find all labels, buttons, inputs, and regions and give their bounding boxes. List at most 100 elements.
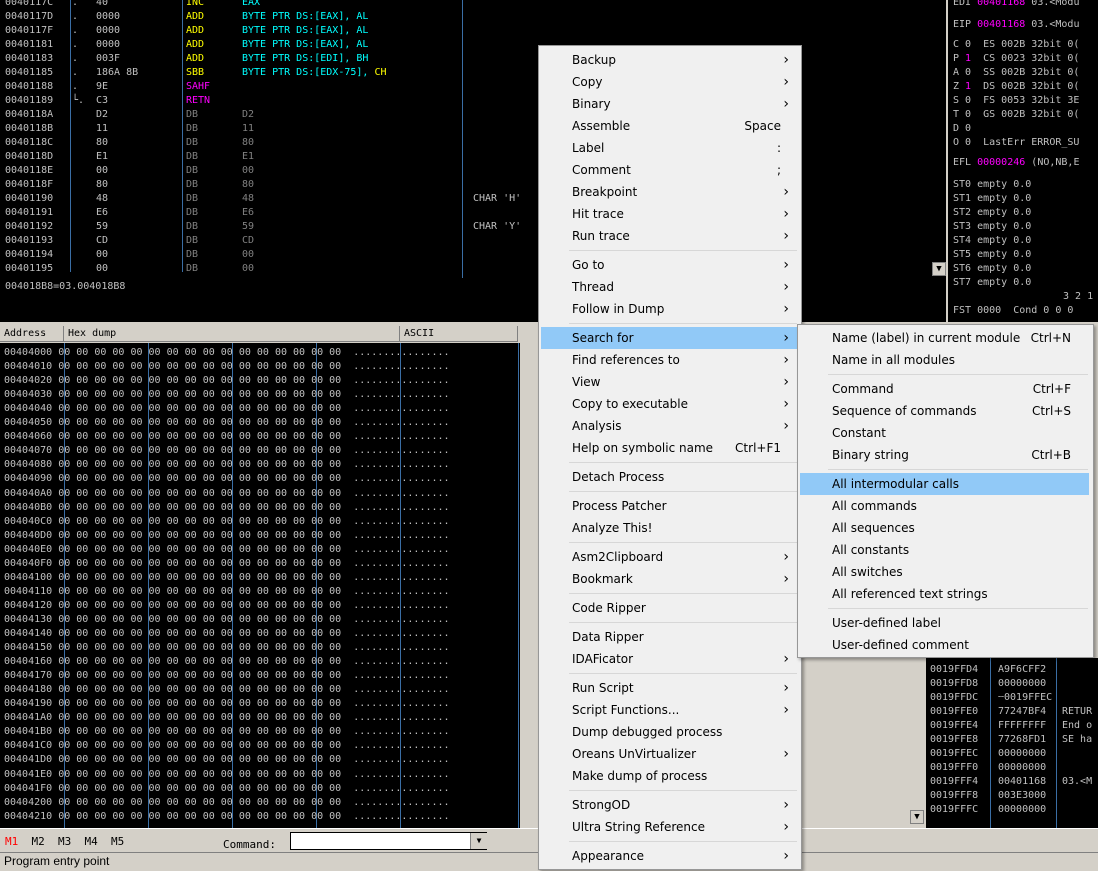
submenu-item-name-label-in-current-module[interactable]: Name (label) in current module Ctrl+N — [800, 327, 1089, 349]
dump-row[interactable]: 004040D0 00 00 00 00 00 00 00 00 00 00 0… — [4, 530, 450, 542]
dump-row[interactable]: 00404020 00 00 00 00 00 00 00 00 00 00 0… — [4, 375, 450, 387]
menu-item-label[interactable]: Label: — [541, 137, 799, 159]
dump-row[interactable]: 004041A0 00 00 00 00 00 00 00 00 00 00 0… — [4, 712, 450, 724]
register-row[interactable]: EIP 00401168 03.<Modu — [953, 18, 1079, 32]
menu-item-thread[interactable]: Thread › — [541, 276, 799, 298]
menu-item-go-to[interactable]: Go to › — [541, 254, 799, 276]
register-value[interactable]: 00401168 — [977, 19, 1025, 30]
fpu-row[interactable]: ST3 empty 0.0 — [953, 220, 1031, 234]
menu-item-asm2clipboard[interactable]: Asm2Clipboard › — [541, 546, 799, 568]
menu-item-hit-trace[interactable]: Hit trace › — [541, 203, 799, 225]
menu-item-idaficator[interactable]: IDAFicator › — [541, 648, 799, 670]
fpu-row[interactable]: ST2 empty 0.0 — [953, 206, 1031, 220]
disasm-row[interactable]: 0040117C. 40 INC EAX — [0, 0, 946, 10]
menu-item-analyze-this[interactable]: Analyze This! — [541, 517, 799, 539]
submenu-item-all-referenced-text-strings[interactable]: All referenced text strings — [800, 583, 1089, 605]
dump-row[interactable]: 004040E0 00 00 00 00 00 00 00 00 00 00 0… — [4, 544, 450, 556]
menu-item-assemble[interactable]: Assemble Space — [541, 115, 799, 137]
stack-pane[interactable]: 0019FFD4 A9F6CFF2 0019FFD8 00000000 0019FFDC… — [926, 658, 1098, 828]
hex-dump-pane[interactable]: 00404000 00 00 00 00 00 00 00 00 00 00 0… — [0, 343, 520, 828]
disasm-row[interactable]: 00401193 CD DB CD — [0, 234, 946, 248]
scroll-down-icon[interactable]: ▼ — [910, 810, 924, 824]
disasm-row[interactable]: 00401194 00 DB 00 — [0, 248, 946, 262]
disasm-row[interactable]: 0040118F 80 DB 80 — [0, 178, 946, 192]
dump-row[interactable]: 00404190 00 00 00 00 00 00 00 00 00 00 0… — [4, 698, 450, 710]
menu-item-copy[interactable]: Copy › — [541, 71, 799, 93]
submenu-item-user-defined-label[interactable]: User-defined label — [800, 612, 1089, 634]
memory-tab-m1[interactable]: M1 — [5, 835, 18, 849]
dump-row[interactable]: 004040C0 00 00 00 00 00 00 00 00 00 00 0… — [4, 516, 450, 528]
fpu-row[interactable]: ST1 empty 0.0 — [953, 192, 1031, 206]
fpu-row[interactable]: ST7 empty 0.0 — [953, 276, 1031, 290]
menu-item-find-references-to[interactable]: Find references to › — [541, 349, 799, 371]
column-header-address[interactable]: Address — [0, 326, 64, 342]
fpu-row[interactable]: ST6 empty 0.0 — [953, 262, 1031, 276]
menu-item-data-ripper[interactable]: Data Ripper — [541, 626, 799, 648]
register-row[interactable]: EDI 00401168 03.<Modu — [953, 0, 1079, 10]
menu-item-view[interactable]: View › — [541, 371, 799, 393]
menu-item-process-patcher[interactable]: Process Patcher — [541, 495, 799, 517]
disasm-row[interactable]: 00401189 └. C3 RETN — [0, 94, 946, 108]
disasm-row[interactable]: 00401195 00 DB 00 — [0, 262, 946, 276]
dump-row[interactable]: 004041B0 00 00 00 00 00 00 00 00 00 00 0… — [4, 726, 450, 738]
menu-item-run-script[interactable]: Run Script › — [541, 677, 799, 699]
menu-item-dump-debugged-process[interactable]: Dump debugged process — [541, 721, 799, 743]
disasm-row[interactable]: 0040118E 00 DB 00 — [0, 164, 946, 178]
fpu-row[interactable]: ST4 empty 0.0 — [953, 234, 1031, 248]
flag-row[interactable]: O 0 LastErr ERROR_SU — [953, 136, 1079, 150]
flag-row[interactable]: T 0 GS 002B 32bit 0( — [953, 108, 1079, 122]
menu-item-follow-in-dump[interactable]: Follow in Dump › — [541, 298, 799, 320]
dump-row[interactable]: 004041D0 00 00 00 00 00 00 00 00 00 00 0… — [4, 754, 450, 766]
dump-row[interactable]: 00404200 00 00 00 00 00 00 00 00 00 00 0… — [4, 797, 450, 809]
dump-row[interactable]: 004040B0 00 00 00 00 00 00 00 00 00 00 0… — [4, 502, 450, 514]
memory-tab-m2[interactable]: M2 — [32, 835, 45, 849]
submenu-item-user-defined-comment[interactable]: User-defined comment — [800, 634, 1089, 656]
submenu-item-all-commands[interactable]: All commands — [800, 495, 1089, 517]
disasm-row[interactable]: 00401181. 0000 ADD BYTE PTR DS:[EAX], AL — [0, 38, 946, 52]
flag-row[interactable]: A 0 SS 002B 32bit 0( — [953, 66, 1079, 80]
dump-row[interactable]: 004040F0 00 00 00 00 00 00 00 00 00 00 0… — [4, 558, 450, 570]
submenu-item-constant[interactable]: Constant — [800, 422, 1089, 444]
register-value[interactable]: 00000246 — [977, 157, 1025, 168]
flag-row[interactable]: C 0 ES 002B 32bit 0( — [953, 38, 1079, 52]
dump-row[interactable]: 00404040 00 00 00 00 00 00 00 00 00 00 0… — [4, 403, 450, 415]
dump-row[interactable]: 00404180 00 00 00 00 00 00 00 00 00 00 0… — [4, 684, 450, 696]
disasm-row[interactable]: 0040117F. 0000 ADD BYTE PTR DS:[EAX], AL — [0, 24, 946, 38]
memory-tab-m4[interactable]: M4 — [85, 835, 98, 849]
flag-row[interactable]: Z 1 DS 002B 32bit 0( — [953, 80, 1079, 94]
submenu-item-sequence-of-commands[interactable]: Sequence of commands Ctrl+S — [800, 400, 1089, 422]
submenu-item-name-in-all-modules[interactable]: Name in all modules — [800, 349, 1089, 371]
dump-row[interactable]: 00404050 00 00 00 00 00 00 00 00 00 00 0… — [4, 417, 450, 429]
menu-item-bookmark[interactable]: Bookmark › — [541, 568, 799, 590]
dump-row[interactable]: 00404140 00 00 00 00 00 00 00 00 00 00 0… — [4, 628, 450, 640]
dump-row[interactable]: 00404150 00 00 00 00 00 00 00 00 00 00 0… — [4, 642, 450, 654]
column-header-hex-dump[interactable]: Hex dump — [64, 326, 400, 342]
memory-tab-m3[interactable]: M3 — [58, 835, 71, 849]
disasm-row[interactable]: 0040118B 11 DB 11 — [0, 122, 946, 136]
menu-item-script-functions[interactable]: Script Functions... › — [541, 699, 799, 721]
menu-item-ultra-string-reference[interactable]: Ultra String Reference › — [541, 816, 799, 838]
disasm-row[interactable]: 00401183. 003F ADD BYTE PTR DS:[EDI], BH — [0, 52, 946, 66]
dump-row[interactable]: 00404070 00 00 00 00 00 00 00 00 00 00 0… — [4, 445, 450, 457]
dump-row[interactable]: 00404100 00 00 00 00 00 00 00 00 00 00 0… — [4, 572, 450, 584]
menu-item-code-ripper[interactable]: Code Ripper — [541, 597, 799, 619]
disasm-row[interactable]: 0040118D E1 DB E1 — [0, 150, 946, 164]
menu-item-oreans-unvirtualizer[interactable]: Oreans UnVirtualizer › — [541, 743, 799, 765]
submenu-item-all-sequences[interactable]: All sequences — [800, 517, 1089, 539]
dump-row[interactable]: 00404010 00 00 00 00 00 00 00 00 00 00 0… — [4, 361, 450, 373]
dump-row[interactable]: 00404160 00 00 00 00 00 00 00 00 00 00 0… — [4, 656, 450, 668]
menu-item-run-trace[interactable]: Run trace › — [541, 225, 799, 247]
flag-row[interactable]: P 1 CS 0023 32bit 0( — [953, 52, 1079, 66]
disasm-row[interactable]: 00401190 48 DB 48 CHAR 'H' — [0, 192, 946, 206]
disasm-row[interactable]: 00401191 E6 DB E6 — [0, 206, 946, 220]
disassembly-pane[interactable]: 0040117C. 40 INC EAX 0040117D. 0000 ADD BYTE PT… — [0, 0, 946, 322]
menu-item-appearance[interactable]: Appearance › — [541, 845, 799, 867]
menu-item-analysis[interactable]: Analysis › — [541, 415, 799, 437]
submenu-item-command[interactable]: Command Ctrl+F — [800, 378, 1089, 400]
dump-row[interactable]: 00404000 00 00 00 00 00 00 00 00 00 00 0… — [4, 347, 450, 359]
dump-row[interactable]: 00404080 00 00 00 00 00 00 00 00 00 00 0… — [4, 459, 450, 471]
disasm-row[interactable]: 00401192 59 DB 59 CHAR 'Y' — [0, 220, 946, 234]
menu-item-detach-process[interactable]: Detach Process — [541, 466, 799, 488]
dump-row[interactable]: 004041E0 00 00 00 00 00 00 00 00 00 00 0… — [4, 769, 450, 781]
dump-row[interactable]: 00404030 00 00 00 00 00 00 00 00 00 00 0… — [4, 389, 450, 401]
